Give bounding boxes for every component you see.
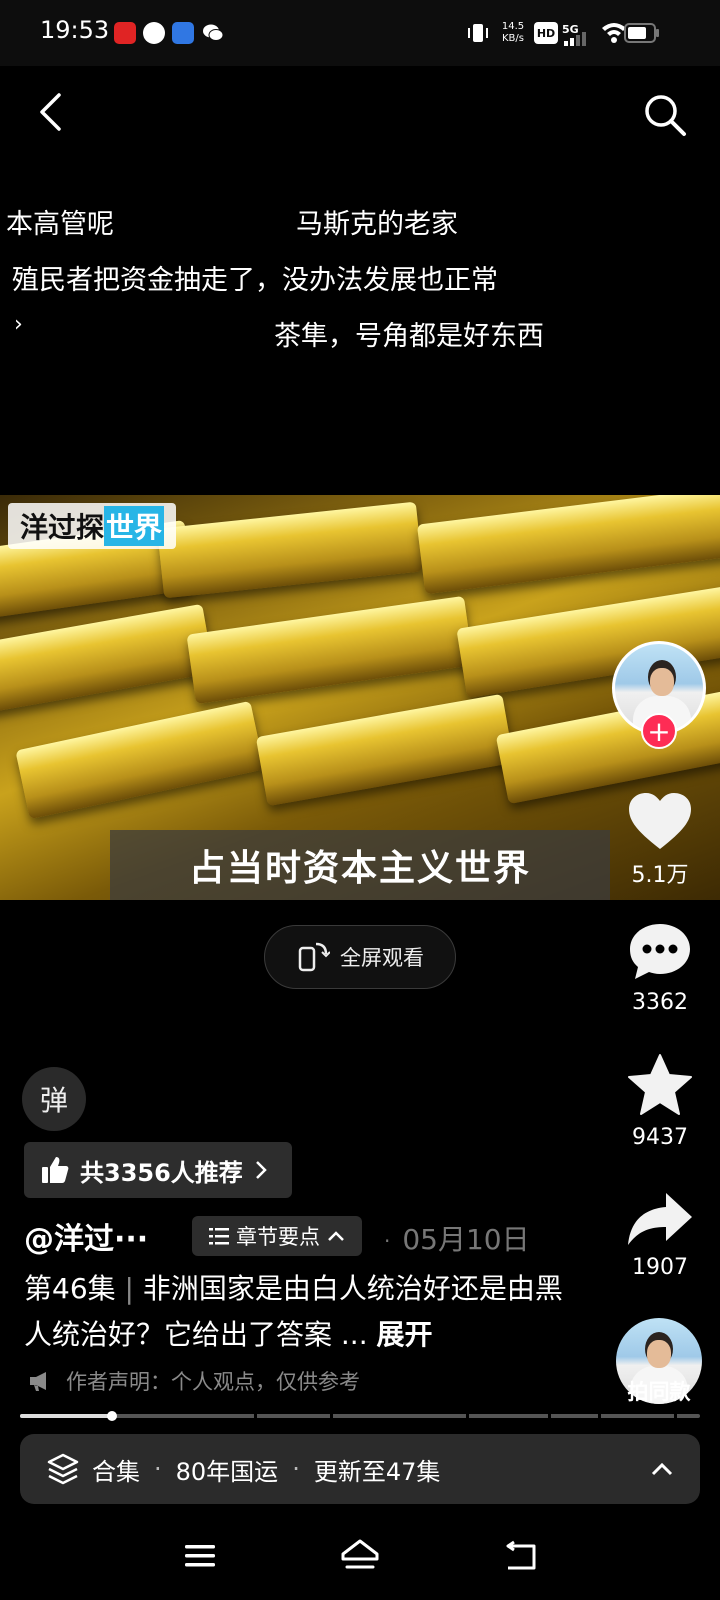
chapter-label: 章节要点	[236, 1225, 320, 1249]
progress-handle[interactable]	[106, 1411, 117, 1421]
chevron-up-icon	[651, 1462, 673, 1476]
share-count: 1907	[632, 1255, 688, 1280]
vibrate-icon	[468, 24, 488, 42]
follow-button[interactable]: +	[641, 713, 677, 749]
favorite-button[interactable]	[624, 1052, 696, 1118]
collection-separator: ·	[292, 1455, 300, 1483]
back-icon	[40, 93, 61, 131]
gold-bar-graphic	[416, 495, 720, 595]
danmaku-toggle-label: 弹	[39, 1084, 68, 1117]
subtitle-text: 占当时资本主义世界	[188, 848, 531, 889]
danmaku-toggle-button[interactable]: 弹	[22, 1067, 86, 1131]
chevron-up-icon	[328, 1231, 344, 1241]
watermark-text: 洋过探	[20, 511, 105, 544]
comment-icon	[630, 924, 690, 979]
star-icon	[628, 1054, 692, 1115]
share-arrow-icon	[628, 1193, 692, 1245]
status-time: 19:53	[40, 16, 110, 44]
expand-link[interactable]: 展开	[377, 1318, 433, 1351]
collection-name: 80年国运	[175, 1457, 279, 1486]
baidu-icon	[172, 22, 194, 44]
app-icon	[143, 22, 165, 44]
recommend-button[interactable]: 共3356人推荐	[24, 1142, 292, 1198]
description-separator: |	[124, 1272, 134, 1305]
home-icon	[341, 1539, 379, 1569]
gold-bar-graphic	[186, 595, 474, 705]
collection-update-status: 更新至47集	[313, 1457, 441, 1486]
rotate-screen-icon	[298, 942, 330, 972]
net-speed-value: 14.5	[501, 21, 525, 32]
collection-bar[interactable]: 合集 · 80年国运 · 更新至47集	[20, 1434, 700, 1504]
news-app-icon	[114, 22, 136, 44]
danmaku-comment: 茶隼，号角都是好东西	[274, 321, 544, 352]
like-count: 5.1万	[631, 863, 689, 888]
gold-bar-graphic	[0, 603, 215, 717]
gold-bar-graphic	[255, 693, 515, 807]
chapter-marker	[548, 1414, 551, 1418]
list-icon	[209, 1228, 229, 1245]
episode-number: 第46集	[24, 1272, 116, 1305]
net-speed-unit: KB/s	[502, 33, 524, 44]
wechat-icon	[203, 24, 224, 41]
danmaku-comment: 殖民者把资金抽走了，没办法发展也正常	[12, 265, 498, 296]
favorite-count: 9437	[632, 1125, 688, 1150]
top-navigation	[0, 66, 720, 166]
system-navigation-bar	[0, 1520, 720, 1600]
recommend-label: 共3356人推荐	[80, 1158, 243, 1187]
danmaku-comment: ›	[14, 312, 23, 337]
publish-date-row: · 05月10日	[384, 1218, 530, 1258]
gold-bar-graphic	[157, 501, 423, 599]
fullscreen-button[interactable]: 全屏观看	[264, 925, 456, 989]
share-button[interactable]	[624, 1186, 696, 1252]
status-bar: 19:53 14.5 KB/s HD 5G	[0, 0, 720, 66]
menu-button[interactable]	[176, 1532, 224, 1580]
fullscreen-label: 全屏观看	[340, 946, 424, 970]
net-speed: 14.5 KB/s	[498, 18, 528, 48]
search-button[interactable]	[640, 90, 690, 140]
video-progress-bar[interactable]	[20, 1411, 700, 1421]
chapter-marker	[466, 1414, 469, 1418]
chapter-points-button[interactable]: 章节要点	[192, 1216, 362, 1256]
video-description[interactable]: 第46集 | 非洲国家是由白人统治好还是由黑人统治好？它给出了答案 ... 展开	[24, 1266, 584, 1358]
home-button[interactable]	[336, 1530, 384, 1578]
author-statement: 作者声明：个人观点，仅供参考	[28, 1366, 360, 1396]
avatar-face	[647, 1340, 671, 1368]
danmaku-comment: 马斯克的老家	[296, 209, 458, 240]
channel-watermark: 洋过探 世界	[8, 503, 177, 549]
comment-count: 3362	[632, 990, 688, 1015]
chapter-marker	[254, 1414, 257, 1418]
back-button[interactable]	[30, 90, 70, 134]
chevron-right-icon	[255, 1161, 267, 1179]
collection-separator: ·	[154, 1455, 162, 1483]
signal-5g: 5G	[562, 18, 592, 48]
menu-icon	[185, 1545, 215, 1567]
collection-label: 合集	[92, 1457, 140, 1486]
like-button[interactable]	[624, 788, 696, 854]
progress-fill	[20, 1414, 112, 1418]
watermark-highlight: 世界	[104, 506, 165, 546]
author-name[interactable]: @洋过···	[24, 1214, 148, 1258]
megaphone-icon	[30, 1372, 46, 1391]
avatar-face	[650, 668, 674, 696]
video-subtitle: 占当时资本主义世界	[110, 830, 610, 900]
chapter-marker	[598, 1414, 601, 1418]
hd-badge: HD	[534, 22, 558, 44]
chapter-marker	[674, 1414, 677, 1418]
search-icon	[645, 95, 686, 136]
gold-bar-graphic	[15, 700, 265, 820]
chapter-marker	[330, 1414, 333, 1418]
statement-text: 作者声明：个人观点，仅供参考	[66, 1370, 360, 1394]
thumbs-up-icon	[42, 1157, 69, 1183]
same-style-label[interactable]: 拍同款	[604, 1376, 714, 1406]
battery-icon	[624, 23, 659, 43]
comment-button[interactable]	[624, 918, 696, 984]
system-back-button[interactable]	[496, 1532, 544, 1580]
hd-label: HD	[536, 26, 556, 40]
layers-icon	[47, 1453, 79, 1485]
publish-date: 05月10日	[402, 1223, 530, 1256]
heart-icon	[629, 793, 691, 849]
danmaku-comment: 本高管呢	[6, 209, 114, 240]
return-icon	[506, 1540, 536, 1570]
date-separator: ·	[384, 1229, 391, 1253]
